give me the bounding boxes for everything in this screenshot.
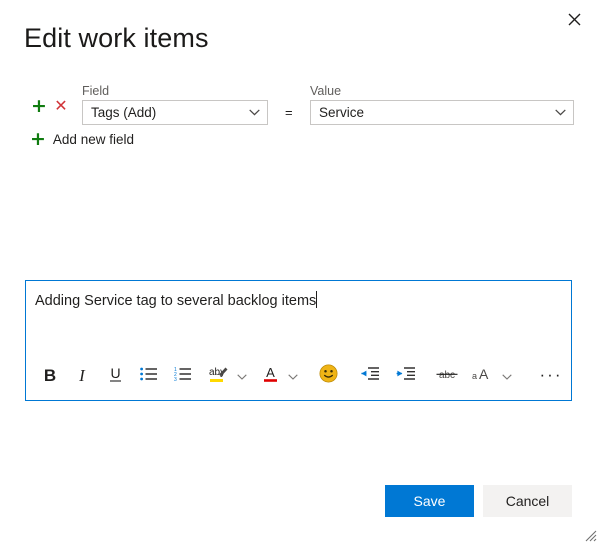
highlight-color-button[interactable]: aby xyxy=(205,359,231,391)
chevron-down-icon xyxy=(245,109,263,116)
bulleted-list-button[interactable] xyxy=(132,359,166,391)
bulleted-list-icon xyxy=(140,367,158,384)
font-color-chevron[interactable] xyxy=(282,359,304,391)
add-new-field-label: Add new field xyxy=(52,131,134,147)
chevron-down-icon xyxy=(288,368,298,383)
field-column-label: Field xyxy=(82,84,110,98)
more-options-button[interactable]: ··· xyxy=(536,359,566,391)
ellipsis-icon: ··· xyxy=(539,365,563,384)
decrease-indent-icon xyxy=(360,366,380,384)
chevron-down-icon xyxy=(502,368,512,383)
resize-grip[interactable] xyxy=(581,526,597,542)
field-dropdown[interactable]: Tags (Add) xyxy=(82,100,268,125)
comment-input[interactable]: Adding Service tag to several backlog it… xyxy=(35,291,562,311)
font-size-split: a A xyxy=(470,359,518,391)
font-size-button[interactable]: a A xyxy=(470,359,496,391)
svg-text:A: A xyxy=(266,365,275,380)
decrease-indent-button[interactable] xyxy=(352,359,388,391)
svg-text:a: a xyxy=(472,371,477,381)
svg-text:U: U xyxy=(110,365,120,381)
cancel-button[interactable]: Cancel xyxy=(483,485,572,517)
close-icon xyxy=(568,13,581,26)
svg-text:A: A xyxy=(479,366,489,382)
italic-button[interactable]: I xyxy=(66,359,98,391)
bold-icon: B xyxy=(43,365,57,385)
save-button[interactable]: Save xyxy=(385,485,474,517)
chevron-down-icon xyxy=(551,109,569,116)
font-color-button[interactable]: A xyxy=(258,359,282,391)
close-x-icon: ✕ xyxy=(54,96,68,115)
emoji-button[interactable] xyxy=(309,359,347,391)
chevron-down-icon xyxy=(237,368,247,383)
comment-editor[interactable]: Adding Service tag to several backlog it… xyxy=(25,280,572,401)
font-size-icon: a A xyxy=(472,365,494,386)
underline-button[interactable]: U xyxy=(98,359,132,391)
strikethrough-icon: abc xyxy=(435,366,459,385)
text-caret xyxy=(316,291,318,308)
comment-text-value: Adding Service tag to several backlog it… xyxy=(35,293,317,309)
plus-icon: + xyxy=(30,128,46,150)
svg-text:3: 3 xyxy=(174,377,177,381)
formatting-toolbar: B I U 1 2 3 aby A abc a A ··· xyxy=(26,350,571,400)
highlight-color-chevron[interactable] xyxy=(231,359,253,391)
add-clause-button[interactable]: + xyxy=(30,94,48,117)
increase-indent-icon xyxy=(396,366,416,384)
underline-icon: U xyxy=(107,365,124,386)
value-dropdown[interactable]: Service xyxy=(310,100,574,125)
plus-icon: + xyxy=(31,94,47,117)
value-dropdown-value: Service xyxy=(319,105,365,120)
highlight-color-split: aby xyxy=(205,359,253,391)
numbered-list-icon: 1 2 3 xyxy=(174,367,192,384)
add-new-field-button[interactable]: + Add new field xyxy=(30,128,134,150)
highlight-icon: aby xyxy=(208,364,229,387)
svg-text:abc: abc xyxy=(439,370,455,381)
page-title: Edit work items xyxy=(24,23,209,53)
font-size-chevron[interactable] xyxy=(496,359,518,391)
numbered-list-button[interactable]: 1 2 3 xyxy=(166,359,200,391)
field-dropdown-value: Tags (Add) xyxy=(91,105,157,120)
emoji-smiley-icon xyxy=(318,364,338,386)
font-color-icon: A xyxy=(262,364,279,387)
operator-label: = xyxy=(285,105,293,120)
font-color-split: A xyxy=(258,359,304,391)
bold-button[interactable]: B xyxy=(34,359,66,391)
strikethrough-button[interactable]: abc xyxy=(429,359,465,391)
close-dialog-button[interactable] xyxy=(558,4,590,34)
value-column-label: Value xyxy=(310,84,342,98)
clause-row: + ✕ Field Tags (Add) = Value Service xyxy=(24,84,574,125)
clause-row-actions: + ✕ xyxy=(30,94,70,117)
italic-icon: I xyxy=(79,365,85,385)
increase-indent-button[interactable] xyxy=(388,359,424,391)
remove-clause-button[interactable]: ✕ xyxy=(52,97,70,115)
dialog-footer: Save Cancel xyxy=(0,485,598,520)
